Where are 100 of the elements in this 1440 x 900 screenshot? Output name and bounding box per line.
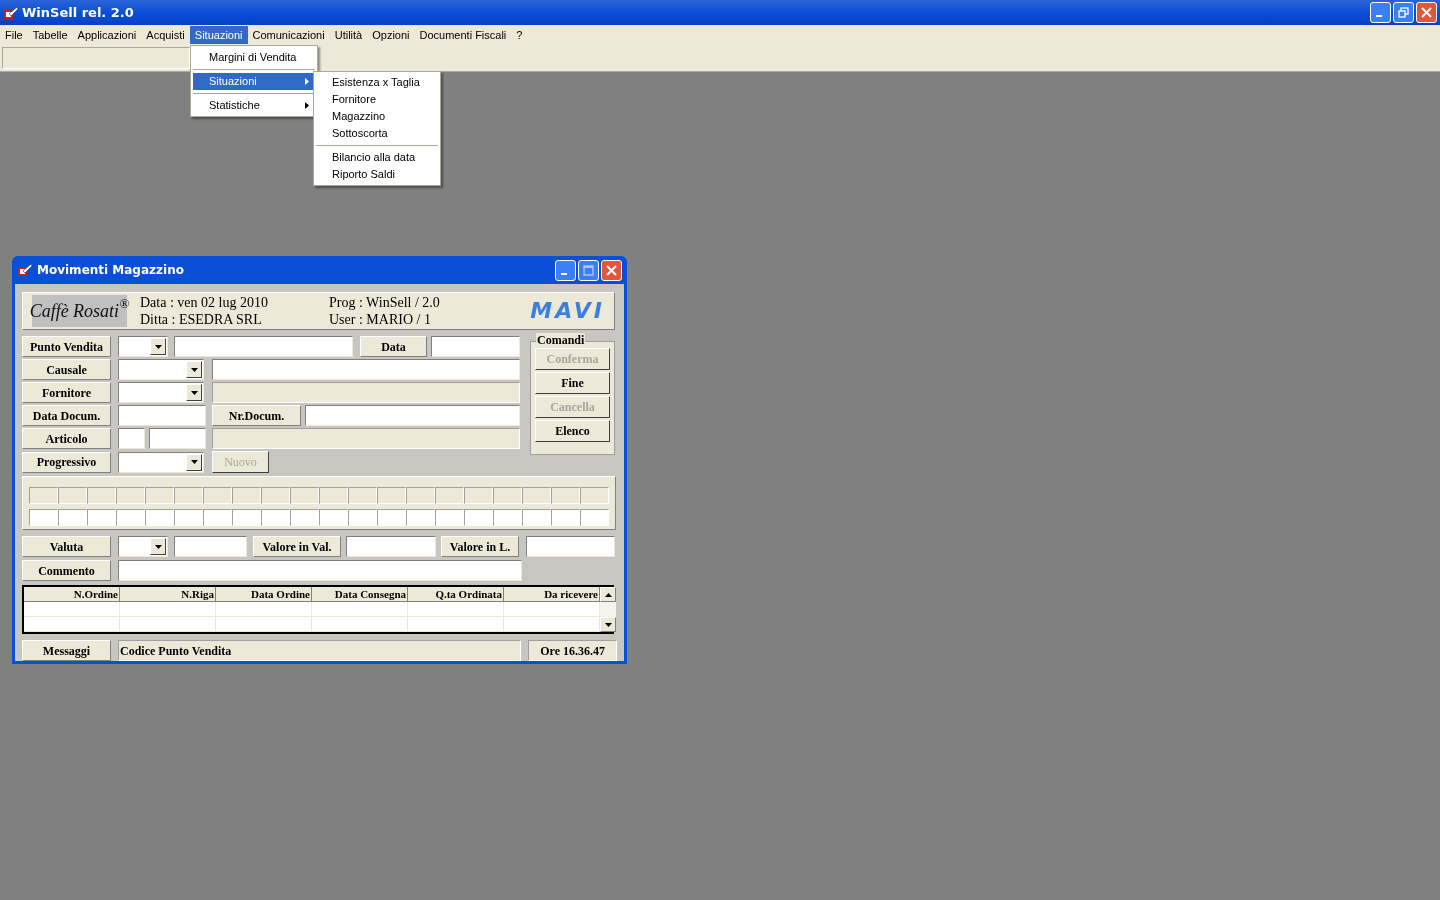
grid-cell[interactable] <box>580 509 609 526</box>
menu-entry[interactable]: Sottoscorta <box>316 125 438 142</box>
grid-cell[interactable] <box>87 509 116 526</box>
dropdown-button[interactable] <box>186 361 202 378</box>
grid-cell[interactable] <box>203 487 232 504</box>
grid-cell[interactable] <box>116 487 145 504</box>
grid-cell[interactable] <box>29 487 58 504</box>
column-header[interactable]: Data Ordine <box>216 587 312 602</box>
dropdown-button[interactable] <box>186 453 202 471</box>
status-time: Ore 16.36.47 <box>528 640 617 661</box>
grid-cell[interactable] <box>232 509 261 526</box>
grid-cell[interactable] <box>87 487 116 504</box>
menu-item[interactable]: File <box>0 26 28 44</box>
grid-cell[interactable] <box>377 487 406 504</box>
grid-cell[interactable] <box>58 487 87 504</box>
grid-cell[interactable] <box>145 509 174 526</box>
grid-cell[interactable] <box>261 487 290 504</box>
input-field[interactable] <box>346 536 436 557</box>
grid-cell[interactable] <box>58 509 87 526</box>
column-header[interactable]: N.Ordine <box>24 587 120 602</box>
grid-cell[interactable] <box>551 509 580 526</box>
menu-item[interactable]: ? <box>511 26 528 44</box>
command-button[interactable]: Elenco <box>535 420 610 442</box>
grid-cell[interactable] <box>319 487 348 504</box>
grid-cell[interactable] <box>174 487 203 504</box>
menu-label: Sottoscorta <box>332 126 388 142</box>
grid-cell[interactable] <box>290 509 319 526</box>
column-header[interactable]: Data Consegna <box>312 587 408 602</box>
menu-entry[interactable]: Esistenza x Taglia <box>316 74 438 91</box>
grid-cell[interactable] <box>551 487 580 504</box>
grid-cell[interactable] <box>522 487 551 504</box>
grid-cell[interactable] <box>203 509 232 526</box>
menu-item[interactable]: Situazioni <box>189 26 248 44</box>
input-field[interactable] <box>526 536 615 557</box>
minimize-button[interactable] <box>1370 2 1391 23</box>
column-header[interactable]: Da ricevere <box>504 587 600 602</box>
menu-item[interactable]: Acquisti <box>141 26 190 44</box>
grid-cell[interactable] <box>464 487 493 504</box>
dropdown-button[interactable] <box>186 384 202 401</box>
input-field[interactable] <box>149 428 206 449</box>
menu-label: Esistenza x Taglia <box>332 75 420 91</box>
grid-cell[interactable] <box>319 509 348 526</box>
dropdown-button[interactable] <box>150 538 166 555</box>
close-button[interactable] <box>601 259 622 281</box>
grid-cell[interactable] <box>348 509 377 526</box>
input-field[interactable] <box>118 560 522 581</box>
menu-entry[interactable]: Magazzino <box>316 108 438 125</box>
dropdown-field[interactable] <box>118 382 204 403</box>
dropdown-field[interactable] <box>118 536 168 557</box>
input-field[interactable] <box>174 336 353 357</box>
menu-entry[interactable]: Statistiche <box>193 97 315 114</box>
scroll-up-button[interactable] <box>600 587 616 602</box>
grid-cell[interactable] <box>493 509 522 526</box>
scrollbar[interactable] <box>600 587 616 632</box>
column-header[interactable]: N.Riga <box>120 587 216 602</box>
menu-item[interactable]: Tabelle <box>27 26 73 44</box>
dropdown-button[interactable] <box>150 338 166 355</box>
close-button[interactable] <box>1416 2 1437 23</box>
grid-cell[interactable] <box>580 487 609 504</box>
input-field[interactable] <box>118 428 145 449</box>
grid-cell[interactable] <box>290 487 319 504</box>
scroll-down-button[interactable] <box>600 617 616 632</box>
menu-item[interactable]: Documenti Fiscali <box>414 26 512 44</box>
grid-cell[interactable] <box>493 487 522 504</box>
grid-cell[interactable] <box>435 487 464 504</box>
menu-item[interactable]: Opzioni <box>367 26 415 44</box>
grid-cell[interactable] <box>377 509 406 526</box>
input-field[interactable] <box>118 405 206 426</box>
minimize-button[interactable] <box>555 259 576 281</box>
menu-item[interactable]: Utilità <box>329 26 368 44</box>
menu-entry[interactable]: Riporto Saldi <box>316 166 438 183</box>
grid-cell[interactable] <box>145 487 174 504</box>
grid-cell[interactable] <box>464 509 493 526</box>
menu-entry[interactable]: Fornitore <box>316 91 438 108</box>
menu-entry[interactable]: Bilancio alla data <box>316 149 438 166</box>
dropdown-field[interactable] <box>118 359 204 380</box>
grid-cell[interactable] <box>174 509 203 526</box>
column-header[interactable]: Q.ta Ordinata <box>408 587 504 602</box>
command-button[interactable]: Fine <box>535 372 610 394</box>
grid-cell[interactable] <box>435 509 464 526</box>
menu-entry[interactable]: Margini di Vendita <box>193 49 315 66</box>
grid-cell[interactable] <box>348 487 377 504</box>
grid-cell[interactable] <box>522 509 551 526</box>
maximize-button[interactable] <box>578 259 599 281</box>
grid-cell[interactable] <box>406 487 435 504</box>
grid-cell[interactable] <box>29 509 58 526</box>
restore-button[interactable] <box>1393 2 1414 23</box>
grid-cell[interactable] <box>406 509 435 526</box>
menu-entry[interactable]: Situazioni <box>193 73 315 90</box>
menu-item[interactable]: Applicazioni <box>72 26 142 44</box>
input-field[interactable] <box>174 536 247 557</box>
grid-cell[interactable] <box>116 509 145 526</box>
grid-cell[interactable] <box>261 509 290 526</box>
input-field[interactable] <box>212 359 520 380</box>
dropdown-field[interactable] <box>118 336 168 357</box>
grid-cell[interactable] <box>232 487 261 504</box>
input-field[interactable] <box>431 336 520 357</box>
dropdown-field[interactable] <box>118 451 204 473</box>
menu-item[interactable]: Comunicazioni <box>247 26 330 44</box>
input-field[interactable] <box>305 405 520 426</box>
